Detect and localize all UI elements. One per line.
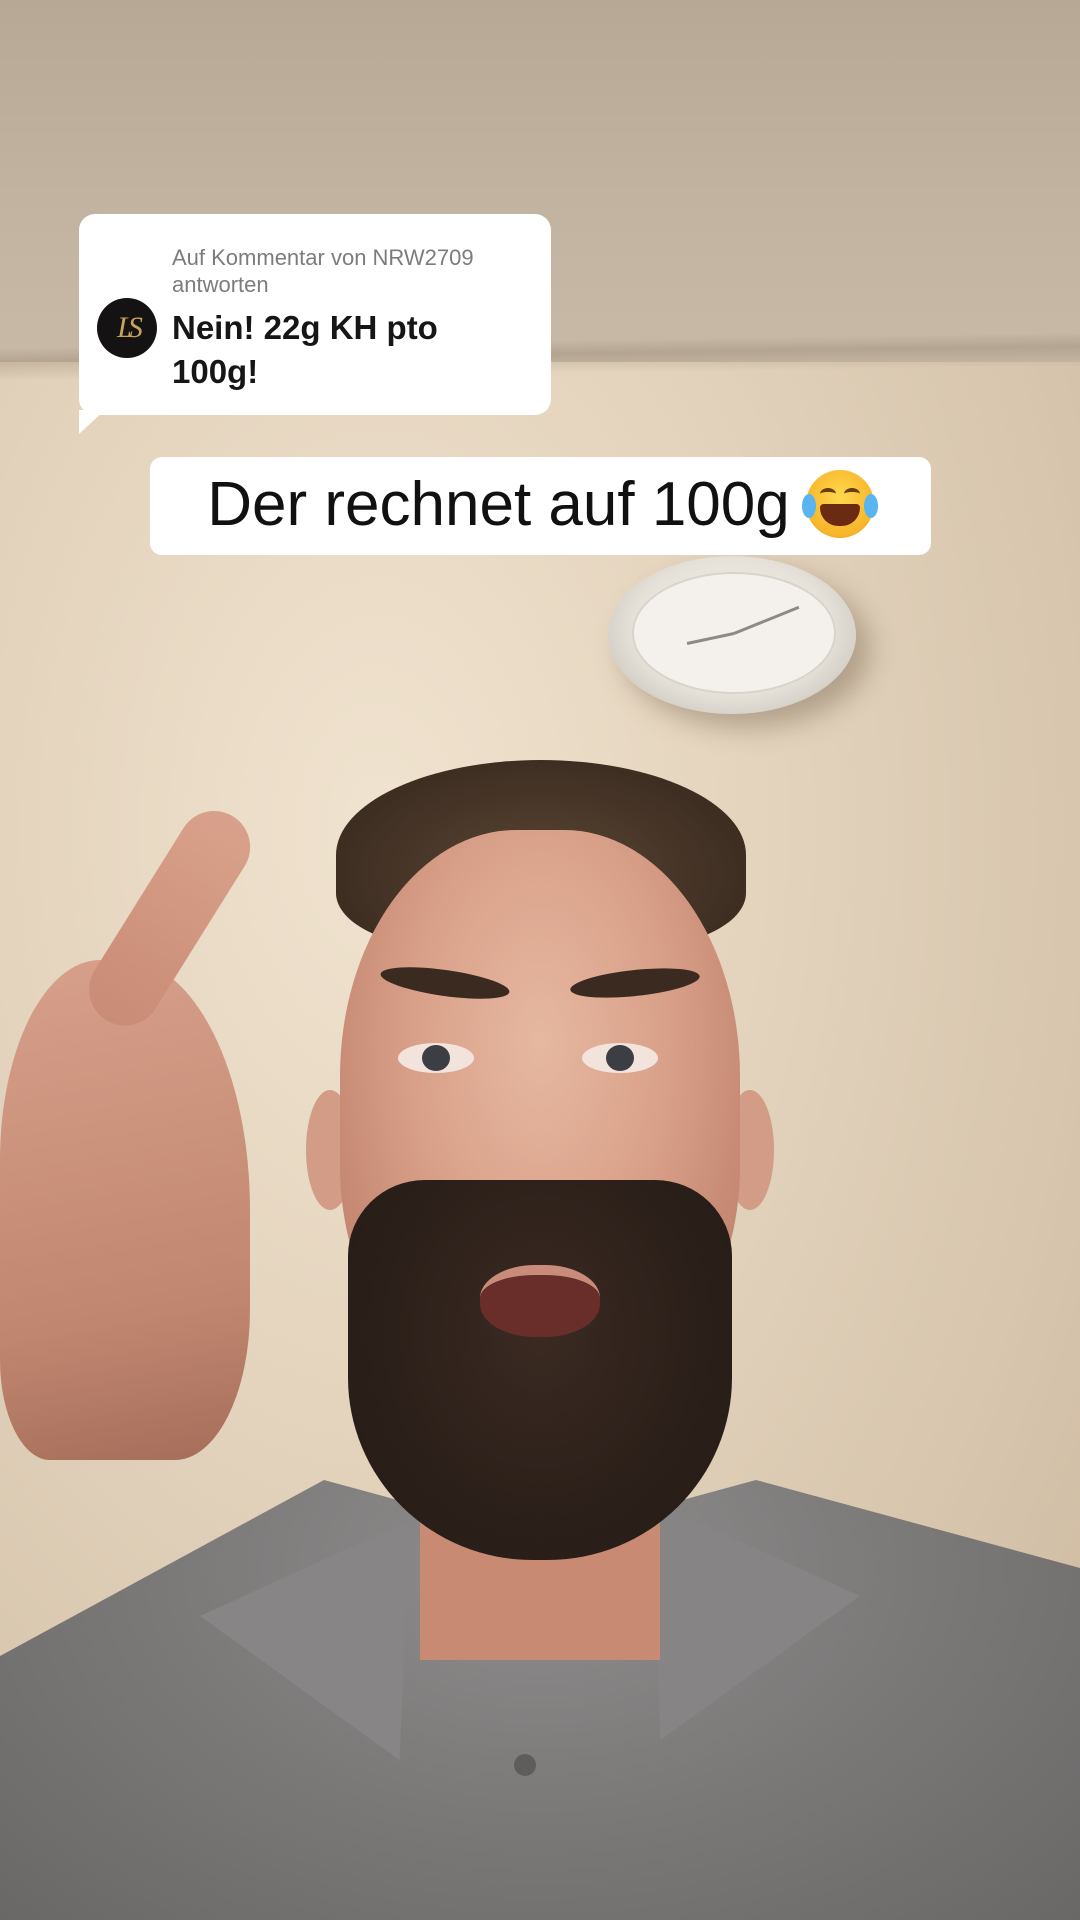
clock-face xyxy=(632,572,836,694)
video-frame[interactable]: LS Auf Kommentar von NRW2709 antworten N… xyxy=(0,0,1080,1920)
shirt-button xyxy=(514,1754,536,1776)
right-eye xyxy=(582,1043,658,1073)
person xyxy=(300,760,780,1660)
reply-meta-label: Auf Kommentar von NRW2709 antworten xyxy=(172,245,474,297)
video-caption: Der rechnet auf 100g xyxy=(150,457,931,555)
reply-comment-text: Nein! 22g KH pto 100g! xyxy=(172,309,438,390)
clock-hour-hand xyxy=(686,632,735,645)
left-eye xyxy=(398,1043,474,1073)
reply-card-tail xyxy=(79,410,105,434)
comment-reply-card[interactable]: LS Auf Kommentar von NRW2709 antworten N… xyxy=(79,214,551,415)
wall-clock xyxy=(608,556,856,714)
caption-text: Der rechnet auf 100g xyxy=(207,469,790,539)
clock-minute-hand xyxy=(733,605,800,635)
hand-palm xyxy=(0,960,250,1460)
commenter-avatar[interactable]: LS xyxy=(97,298,157,358)
raised-hand xyxy=(0,780,270,1460)
face-with-tears-of-joy-icon xyxy=(801,470,878,538)
mouth xyxy=(480,1265,600,1337)
avatar-monogram: LS xyxy=(117,311,143,344)
beard xyxy=(348,1180,732,1560)
